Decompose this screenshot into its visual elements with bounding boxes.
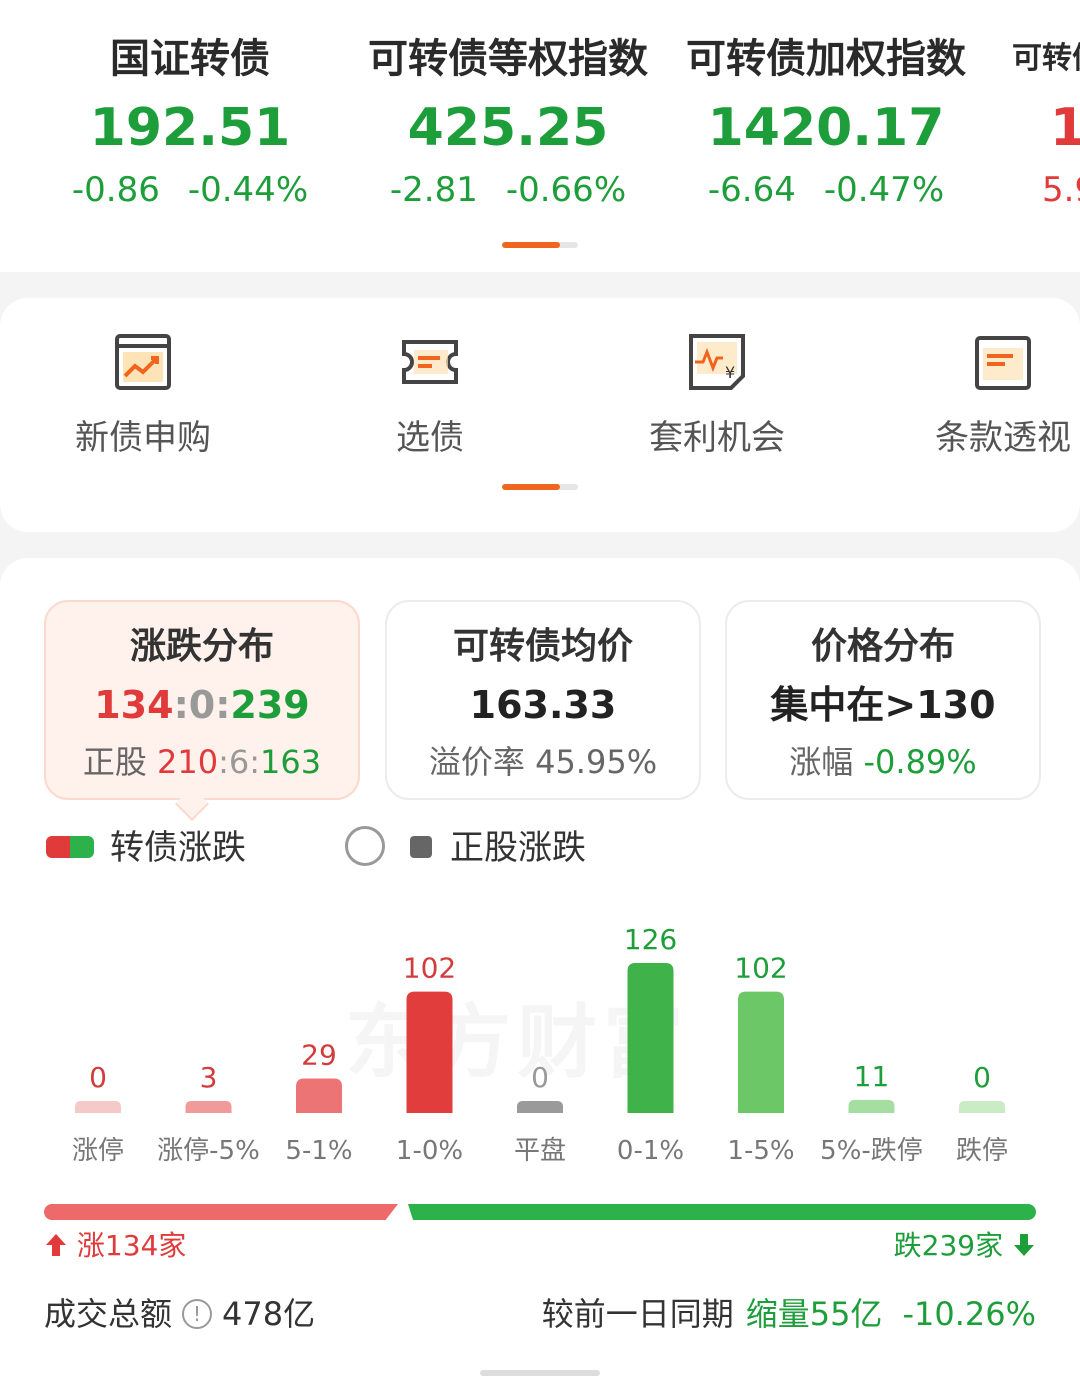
- bar-value-label: 126: [624, 923, 677, 956]
- chart-legend: 转债涨跌 正股涨跌: [0, 818, 1080, 878]
- bar-value-label: 11: [854, 1060, 890, 1093]
- clause-document-icon: [975, 336, 1031, 390]
- index-scroll-indicator: [502, 242, 578, 248]
- bar-2: [296, 1078, 342, 1113]
- index-card-guozheng[interactable]: 国证转债 192.51 -0.86 -0.44%: [40, 30, 340, 214]
- card-sub: 溢价率 45.95%: [428, 743, 658, 781]
- down-count: 跌239家: [894, 1222, 1036, 1270]
- card-value: 134:0:239: [94, 683, 310, 727]
- home-indicator: [480, 1370, 600, 1376]
- card-value: 163.33: [469, 683, 617, 727]
- bar-category-label: 平盘: [514, 1136, 566, 1166]
- compare-pct: -10.26%: [902, 1295, 1036, 1333]
- index-value: 1420.17: [707, 98, 945, 158]
- card-average-price[interactable]: 可转债均价 163.33 溢价率 45.95%: [385, 600, 701, 800]
- index-change: -0.86 -0.44%: [71, 170, 309, 210]
- index-name: 可转债等权指数: [368, 36, 648, 82]
- bar-3: [406, 991, 453, 1113]
- bar-category-label: 1-5%: [727, 1136, 794, 1166]
- bar-category-label: 5-1%: [285, 1136, 352, 1166]
- card-up-down-distribution[interactable]: 涨跌分布 134:0:239 正股 210:6:163: [44, 600, 360, 800]
- tool-label: 新债申购: [75, 418, 211, 458]
- up-count-label: 涨134家: [76, 1229, 187, 1262]
- svg-text:¥: ¥: [725, 363, 735, 382]
- tool-label: 选债: [396, 418, 464, 458]
- info-icon[interactable]: !: [182, 1299, 213, 1329]
- index-value: 1: [1050, 98, 1080, 158]
- volume-value: 478亿: [222, 1295, 316, 1333]
- card-sub: 涨幅 -0.89%: [789, 743, 977, 781]
- bar-value-label: 3: [200, 1061, 218, 1094]
- volume-footer: 成交总额! 478亿 较前一日同期 缩量55亿 -10.26%: [0, 1286, 1080, 1342]
- bar-value-label: 0: [531, 1061, 549, 1094]
- tool-clause-view[interactable]: 条款透视: [893, 332, 1080, 462]
- legend-stock-label[interactable]: 正股涨跌: [450, 824, 586, 872]
- card-price-distribution[interactable]: 价格分布 集中在>130 涨幅 -0.89%: [725, 600, 1041, 800]
- bar-8: [959, 1101, 1005, 1113]
- tool-label: 条款透视: [935, 418, 1071, 458]
- down-arrow-icon: [1014, 1234, 1034, 1256]
- volume-label: 成交总额: [44, 1295, 173, 1333]
- card-title: 可转债均价: [452, 626, 633, 667]
- index-value: 425.25: [407, 98, 609, 158]
- index-change: -2.81 -0.66%: [389, 170, 627, 210]
- total-volume: 成交总额! 478亿: [44, 1286, 315, 1342]
- card-sub: 正股 210:6:163: [82, 743, 322, 781]
- distribution-bar-chart: 东方财富 0涨停3涨停-5%295-1%1021-0%0平盘1260-1%102…: [0, 888, 1080, 1178]
- bar-6: [738, 991, 784, 1113]
- index-change: -6.64 -0.47%: [707, 170, 945, 210]
- card-title: 涨跌分布: [129, 626, 274, 667]
- tool-shortcuts: 新债申购 选债 ¥ 套利机会 条款透视: [0, 298, 1080, 532]
- index-name: 国证转债: [110, 36, 270, 82]
- up-count: 涨134家: [44, 1222, 186, 1270]
- bar-value-label: 29: [301, 1038, 337, 1071]
- bar-0: [75, 1101, 121, 1113]
- bar-category-label: 涨停: [72, 1136, 124, 1166]
- index-card-partial[interactable]: 可转债 1 5.9: [1012, 30, 1080, 214]
- bar-5: [627, 963, 674, 1113]
- index-card-weighted[interactable]: 可转债加权指数 1420.17 -6.64 -0.47%: [676, 30, 976, 214]
- tools-scroll-indicator: [502, 484, 578, 490]
- up-proportion-bar: [44, 1204, 398, 1220]
- down-proportion-bar: [408, 1204, 1036, 1220]
- volume-compare: 较前一日同期 缩量55亿 -10.26%: [542, 1286, 1036, 1342]
- index-name: 可转债加权指数: [686, 36, 966, 82]
- compare-change: 缩量55亿: [745, 1295, 883, 1333]
- bar-chart-svg: 0 涨停 3 涨停-5% 29 5-1% 102 1-0% 0 平盘 126 0-1% 102 1-5% 1…: [72, 923, 1008, 1166]
- bar-category-label: 5%-跌停: [820, 1136, 923, 1166]
- tool-label: 套利机会: [649, 418, 785, 458]
- legend-bond-label[interactable]: 转债涨跌: [110, 824, 246, 872]
- market-distribution-panel: 涨跌分布 134:0:239 正股 210:6:163 可转债均价 163.33…: [0, 558, 1080, 1395]
- index-ticker-bar: 国证转债 192.51 -0.86 -0.44% 可转债等权指数 425.25 -…: [0, 0, 1080, 272]
- down-count-label: 跌239家: [893, 1229, 1004, 1262]
- index-card-equal-weight[interactable]: 可转债等权指数 425.25 -2.81 -0.66%: [358, 30, 658, 214]
- card-value: 集中在>130: [770, 683, 996, 727]
- up-arrow-icon: [46, 1234, 66, 1256]
- bar-value-label: 0: [89, 1061, 107, 1094]
- bar-category-label: 涨停-5%: [157, 1136, 260, 1166]
- bar-value-label: 102: [403, 952, 456, 985]
- bar-value-label: 0: [973, 1061, 991, 1094]
- tool-new-bond-subscription[interactable]: 新债申购: [33, 332, 253, 462]
- arbitrage-chart-icon: ¥: [689, 334, 745, 390]
- bar-value-label: 102: [734, 952, 787, 985]
- bar-7: [848, 1099, 895, 1113]
- index-value: 192.51: [89, 98, 291, 158]
- bar-4: [517, 1101, 563, 1113]
- card-title: 价格分布: [810, 626, 955, 667]
- tool-bond-selection[interactable]: 选债: [320, 332, 540, 462]
- bar-category-label: 0-1%: [617, 1136, 684, 1166]
- toggle-radio-icon[interactable]: [345, 826, 385, 866]
- red-green-swatch-icon: [46, 836, 94, 858]
- compare-label: 较前一日同期: [541, 1295, 734, 1333]
- stock-square-icon: [410, 836, 432, 858]
- bar-category-label: 跌停: [956, 1136, 1008, 1166]
- tool-arbitrage[interactable]: ¥ 套利机会: [607, 332, 827, 462]
- bar-category-label: 1-0%: [396, 1136, 463, 1166]
- index-name: 可转债: [1012, 41, 1080, 76]
- bond-selection-ticket-icon: [402, 340, 458, 384]
- bar-1: [185, 1101, 232, 1113]
- index-change: 5.9: [1042, 170, 1080, 210]
- new-bond-subscription-icon: [115, 334, 171, 390]
